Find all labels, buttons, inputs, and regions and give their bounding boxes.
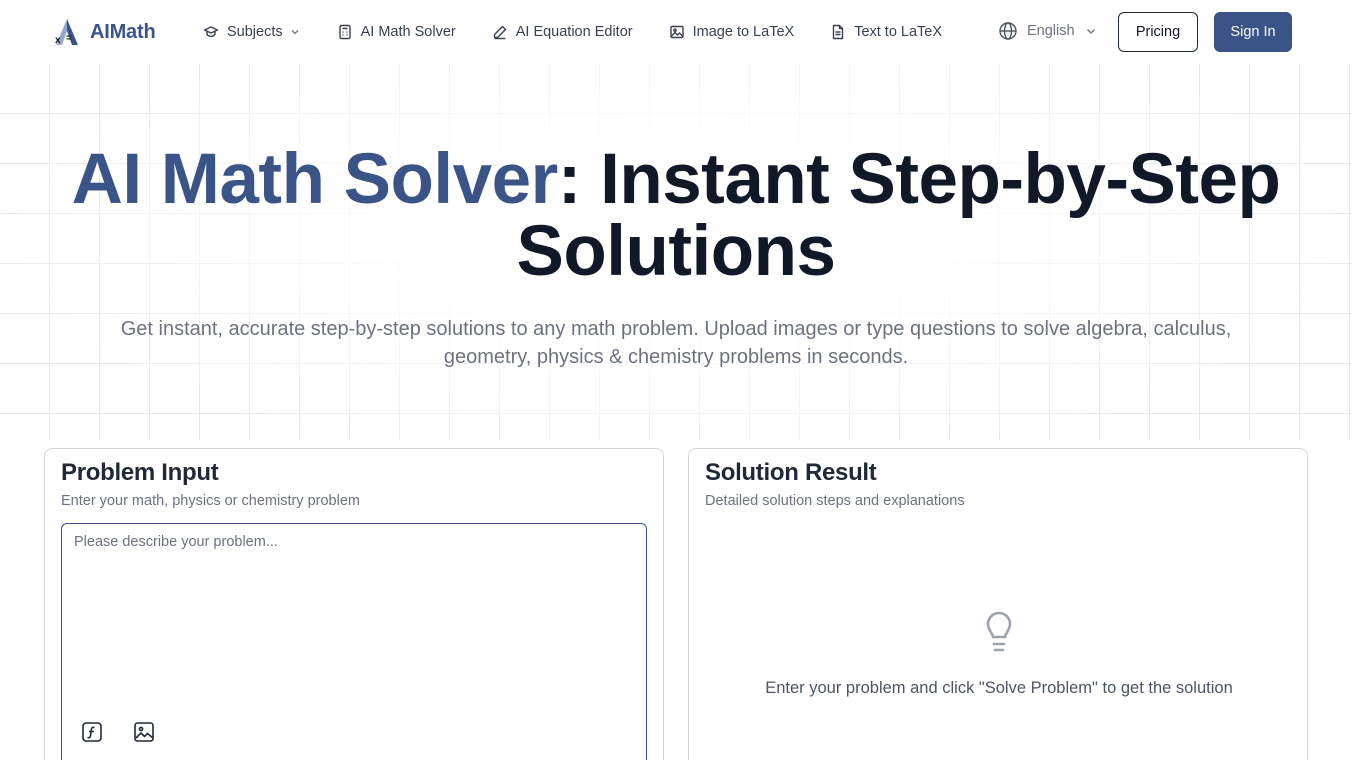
pricing-button[interactable]: Pricing xyxy=(1118,12,1198,52)
svg-text:=: = xyxy=(66,33,72,44)
nav-label: AI Math Solver xyxy=(360,24,456,40)
site-header: x = AIMath Subjects AI Math Solver AI Eq… xyxy=(0,0,1352,64)
graduation-cap-icon xyxy=(203,26,219,37)
hero-section: AI Math Solver: Instant Step-by-Step Sol… xyxy=(0,144,1352,371)
nav-label: AI Equation Editor xyxy=(515,24,633,40)
file-text-icon xyxy=(832,24,844,40)
upload-image-button[interactable] xyxy=(132,720,156,744)
language-label: English xyxy=(1027,23,1075,39)
globe-icon xyxy=(999,22,1017,40)
empty-state-text: Enter your problem and click "Solve Prob… xyxy=(765,679,1233,697)
lightbulb-icon xyxy=(986,611,1012,652)
image-upload-icon xyxy=(134,722,154,742)
nav-label: Text to LaTeX xyxy=(854,24,943,40)
solution-result-panel: Solution Result Detailed solution steps … xyxy=(688,448,1308,760)
sign-in-button[interactable]: Sign In xyxy=(1214,12,1292,52)
problem-input-box xyxy=(61,523,647,760)
pencil-icon xyxy=(493,25,506,40)
empty-state: Enter your problem and click "Solve Prob… xyxy=(689,607,1309,698)
problem-textarea[interactable] xyxy=(62,524,646,704)
panel-title: Problem Input xyxy=(61,459,219,486)
nav-label: Subjects xyxy=(227,24,283,40)
nav-subjects[interactable]: Subjects xyxy=(203,24,301,40)
title-rest: : Instant Step-by-Step Solutions xyxy=(516,140,1281,291)
chevron-down-icon xyxy=(291,30,299,35)
aimath-logo-icon: x = xyxy=(55,19,78,46)
svg-text:x: x xyxy=(55,35,61,46)
problem-input-panel: Problem Input Enter your math, physics o… xyxy=(44,448,664,760)
main-nav: Subjects AI Math Solver AI Equation Edit… xyxy=(203,0,978,64)
image-icon xyxy=(669,25,684,39)
nav-image-to-latex[interactable]: Image to LaTeX xyxy=(669,24,795,40)
brand-name: AIMath xyxy=(90,20,156,43)
hero-subtitle: Get instant, accurate step-by-step solut… xyxy=(120,318,1232,368)
panel-title: Solution Result xyxy=(705,459,877,486)
calculator-icon xyxy=(338,24,351,40)
nav-ai-math-solver[interactable]: AI Math Solver xyxy=(337,24,456,40)
chevron-down-icon xyxy=(1086,29,1095,34)
language-selector[interactable]: English xyxy=(998,21,1098,41)
panel-subtitle: Detailed solution steps and explanations xyxy=(705,493,965,509)
nav-label: Image to LaTeX xyxy=(692,24,795,40)
page-title: AI Math Solver: Instant Step-by-Step Sol… xyxy=(0,144,1352,288)
nav-text-to-latex[interactable]: Text to LaTeX xyxy=(830,24,942,40)
nav-ai-equation-editor[interactable]: AI Equation Editor xyxy=(492,24,633,40)
function-icon xyxy=(82,722,102,742)
panel-subtitle: Enter your math, physics or chemistry pr… xyxy=(61,493,360,509)
logo[interactable]: x = AIMath xyxy=(52,17,156,47)
title-accent: AI Math Solver xyxy=(71,140,559,219)
insert-formula-button[interactable] xyxy=(80,720,104,744)
